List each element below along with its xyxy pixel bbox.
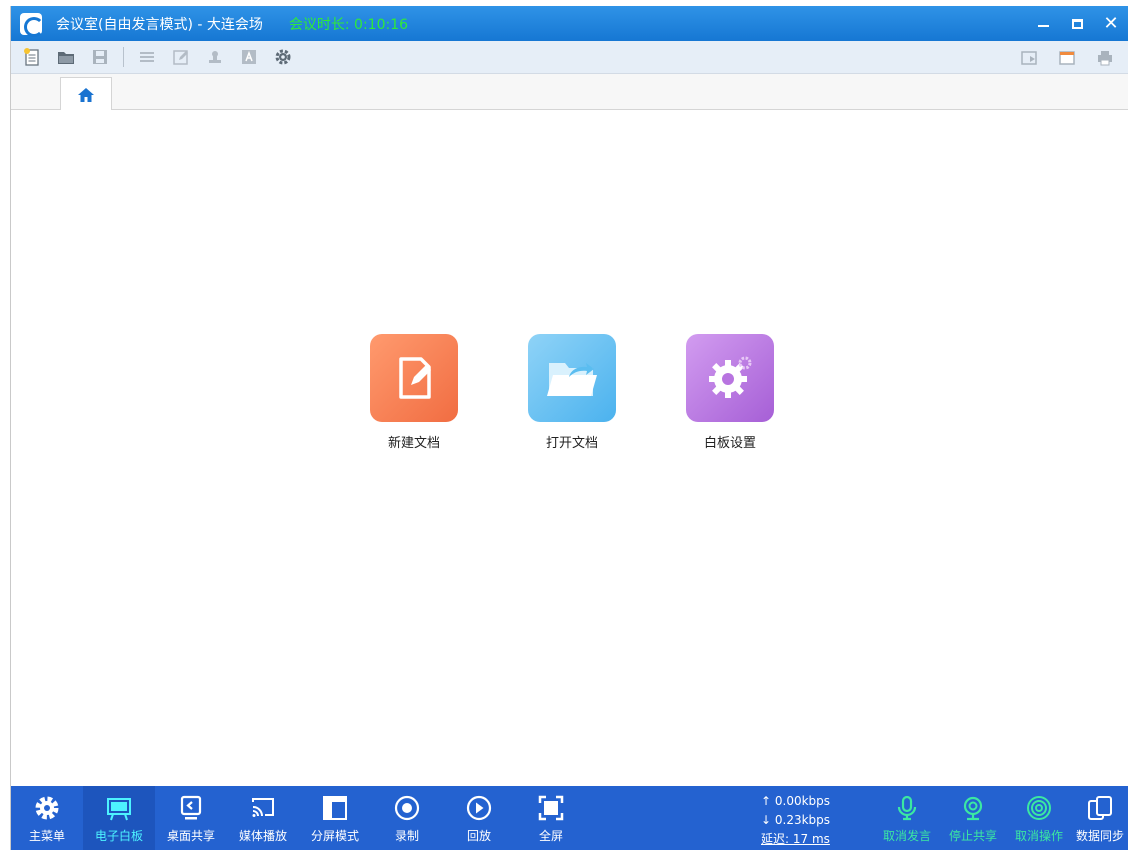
- record-label: 录制: [394, 829, 419, 843]
- new-file-icon: [24, 48, 39, 66]
- app-logo-icon: [20, 12, 44, 37]
- tab-strip: [11, 74, 1128, 111]
- fullscreen-icon: [538, 795, 564, 821]
- close-button[interactable]: ✕: [1094, 6, 1128, 41]
- slideshow-icon: [1021, 50, 1037, 65]
- list-icon: [140, 52, 154, 62]
- toolbar: [11, 41, 1128, 74]
- whiteboard-button[interactable]: 电子白板: [83, 786, 155, 850]
- desktop-share-button[interactable]: 桌面共享: [155, 786, 227, 850]
- new-file-button[interactable]: [19, 44, 45, 70]
- stamp-icon: [209, 51, 221, 63]
- printer-icon: [1098, 50, 1112, 65]
- window-title: 会议室(自由发言模式) - 大连会场: [56, 16, 263, 33]
- home-icon: [78, 87, 94, 102]
- playback-button[interactable]: 回放: [443, 786, 515, 850]
- cancel-speak-label: 取消发言: [882, 829, 931, 843]
- save-icon: [93, 50, 107, 64]
- stop-share-button[interactable]: 停止共享: [940, 786, 1006, 850]
- main-menu-button[interactable]: 主菜单: [11, 786, 83, 850]
- edit-icon: [173, 50, 188, 65]
- split-screen-icon: [323, 796, 347, 820]
- maximize-button[interactable]: [1060, 6, 1094, 41]
- data-sync-label: 数据同步: [1075, 829, 1124, 843]
- toolbar-separator: [123, 47, 124, 67]
- desktop-share-label: 桌面共享: [166, 829, 215, 843]
- playback-label: 回放: [466, 829, 491, 843]
- whiteboard-label: 电子白板: [94, 829, 143, 843]
- open-folder-icon: [528, 334, 616, 422]
- print-button[interactable]: [1092, 45, 1118, 71]
- open-document-tile[interactable]: 打开文档: [527, 334, 617, 451]
- new-document-label: 新建文档: [387, 436, 440, 451]
- stop-share-label: 停止共享: [948, 829, 997, 843]
- microphone-icon: [897, 795, 917, 821]
- list-button[interactable]: [134, 44, 160, 70]
- title-bar: 会议室(自由发言模式) - 大连会场 会议时长: 0:10:16 ✕: [11, 6, 1128, 41]
- text-button[interactable]: [236, 44, 262, 70]
- whiteboard-settings-tile[interactable]: 白板设置: [685, 334, 775, 451]
- download-rate: ↓ 0.23kbps: [761, 813, 831, 827]
- bottom-bar: 主菜单 电子白板 桌面共享 媒体播放 分屏模式 录制 回放 全屏 ↑ 0.00k…: [11, 786, 1128, 850]
- whiteboard-settings-icon: [686, 334, 774, 422]
- bottom-bar-right: 取消发言 停止共享 取消操作 数据同步: [874, 786, 1128, 850]
- present-button[interactable]: [1016, 45, 1042, 71]
- media-play-button[interactable]: 媒体播放: [227, 786, 299, 850]
- whiteboard-settings-label: 白板设置: [703, 436, 756, 451]
- open-file-button[interactable]: [53, 44, 79, 70]
- save-button[interactable]: [87, 44, 113, 70]
- meeting-duration: 会议时长: 0:10:16: [288, 16, 409, 33]
- data-sync-icon: [1088, 796, 1112, 820]
- cancel-operation-label: 取消操作: [1014, 829, 1063, 843]
- minimize-button[interactable]: [1026, 6, 1060, 41]
- upload-rate: ↑ 0.00kbps: [761, 794, 831, 808]
- record-button[interactable]: 录制: [371, 786, 443, 850]
- app-window: 会议室(自由发言模式) - 大连会场 会议时长: 0:10:16 ✕ 新建文档 …: [10, 6, 1128, 850]
- cancel-speak-button[interactable]: 取消发言: [874, 786, 940, 850]
- window-controls: ✕: [1026, 6, 1128, 41]
- close-icon: ✕: [1103, 12, 1119, 34]
- new-document-icon: [370, 334, 458, 422]
- play-icon: [466, 795, 492, 821]
- toolbar-right: [1004, 41, 1118, 74]
- stamp-button[interactable]: [202, 44, 228, 70]
- target-icon: [1027, 796, 1051, 820]
- split-screen-button[interactable]: 分屏模式: [299, 786, 371, 850]
- new-document-tile[interactable]: 新建文档: [369, 334, 459, 451]
- record-icon: [394, 795, 420, 821]
- fullscreen-button[interactable]: 全屏: [515, 786, 587, 850]
- whiteboard-icon: [107, 798, 131, 821]
- cancel-operation-button[interactable]: 取消操作: [1006, 786, 1072, 850]
- network-stats: ↑ 0.00kbps ↓ 0.23kbps 延迟: 17 ms: [761, 792, 830, 849]
- maximize-icon: [1071, 18, 1083, 29]
- settings-button[interactable]: [270, 44, 296, 70]
- latency: 延迟: 17 ms: [761, 832, 830, 846]
- split-screen-label: 分屏模式: [310, 829, 359, 843]
- gear-icon: [275, 49, 291, 65]
- text-icon: [242, 50, 256, 64]
- open-document-label: 打开文档: [545, 436, 598, 451]
- folder-icon: [58, 52, 74, 64]
- fullscreen-label: 全屏: [538, 829, 563, 843]
- data-sync-button[interactable]: 数据同步: [1072, 786, 1128, 850]
- window-layout-icon: [1059, 50, 1075, 65]
- window-layout-button[interactable]: [1054, 45, 1080, 71]
- edit-button[interactable]: [168, 44, 194, 70]
- main-menu-label: 主菜单: [28, 829, 65, 843]
- webcam-icon: [963, 796, 983, 821]
- desktop-share-icon: [180, 795, 202, 820]
- minimize-icon: [1037, 24, 1049, 27]
- media-play-label: 媒体播放: [238, 829, 287, 843]
- media-cast-icon: [252, 798, 274, 817]
- gear-icon: [35, 796, 59, 820]
- tab-home[interactable]: [60, 77, 112, 111]
- whiteboard-home: 新建文档 打开文档 白板设置: [11, 110, 1128, 786]
